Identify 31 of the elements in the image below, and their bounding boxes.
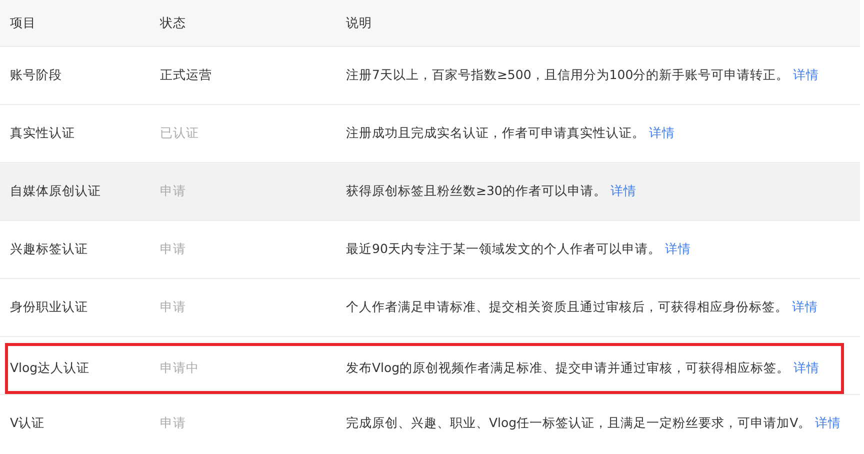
details-link[interactable]: 详情	[610, 183, 636, 198]
item-cell-text: Vlog达人认证	[10, 360, 91, 377]
item-cell-text: 自媒体原创认证	[10, 183, 102, 200]
status-cell-text: 申请中	[160, 360, 200, 377]
status-cell-text: 申请	[160, 241, 187, 258]
item-cell-text: 真实性认证	[10, 125, 76, 142]
status-cell-text: 申请	[160, 415, 187, 432]
description-text: 完成原创、兴趣、职业、Vlog任一标签认证，且满足一定粉丝要求，可申请加V。	[346, 415, 812, 430]
description-text: 获得原创标签且粉丝数≥30的作者可以申请。	[346, 183, 606, 198]
column-header: 状态	[160, 14, 187, 32]
description-text: 发布Vlog的原创视频作者满足标准、提交申请并通过审核，可获得相应标签。	[346, 360, 790, 375]
status-cell-text: 正式运营	[160, 67, 213, 84]
description-text: 注册成功且完成实名认证，作者可申请真实性认证。	[346, 125, 645, 140]
details-link[interactable]: 详情	[792, 299, 818, 314]
item-cell-text: 兴趣标签认证	[10, 241, 89, 258]
description-text: 注册7天以上，百家号指数≥500，且信用分为100分的新手账号可申请转正。	[346, 67, 790, 82]
item-cell-text: 身份职业认证	[10, 299, 89, 316]
status-cell-text: 申请	[160, 183, 187, 200]
item-cell-text: V认证	[10, 415, 46, 432]
status-cell-text: 申请	[160, 299, 187, 316]
column-header: 项目	[10, 14, 37, 32]
column-header: 说明	[346, 14, 373, 32]
description-text: 最近90天内专注于某一领域发文的个人作者可以申请。	[346, 241, 661, 256]
status-cell-text: 已认证	[160, 125, 200, 142]
details-link[interactable]: 详情	[664, 241, 691, 256]
item-cell-text: 账号阶段	[10, 67, 63, 84]
details-link[interactable]: 详情	[794, 360, 820, 375]
details-link[interactable]: 详情	[648, 125, 675, 140]
description-text: 个人作者满足申请标准、提交相关资质且通过审核后，可获得相应身份标签。	[346, 299, 788, 314]
details-link[interactable]: 详情	[815, 415, 842, 430]
details-link[interactable]: 详情	[793, 67, 820, 82]
